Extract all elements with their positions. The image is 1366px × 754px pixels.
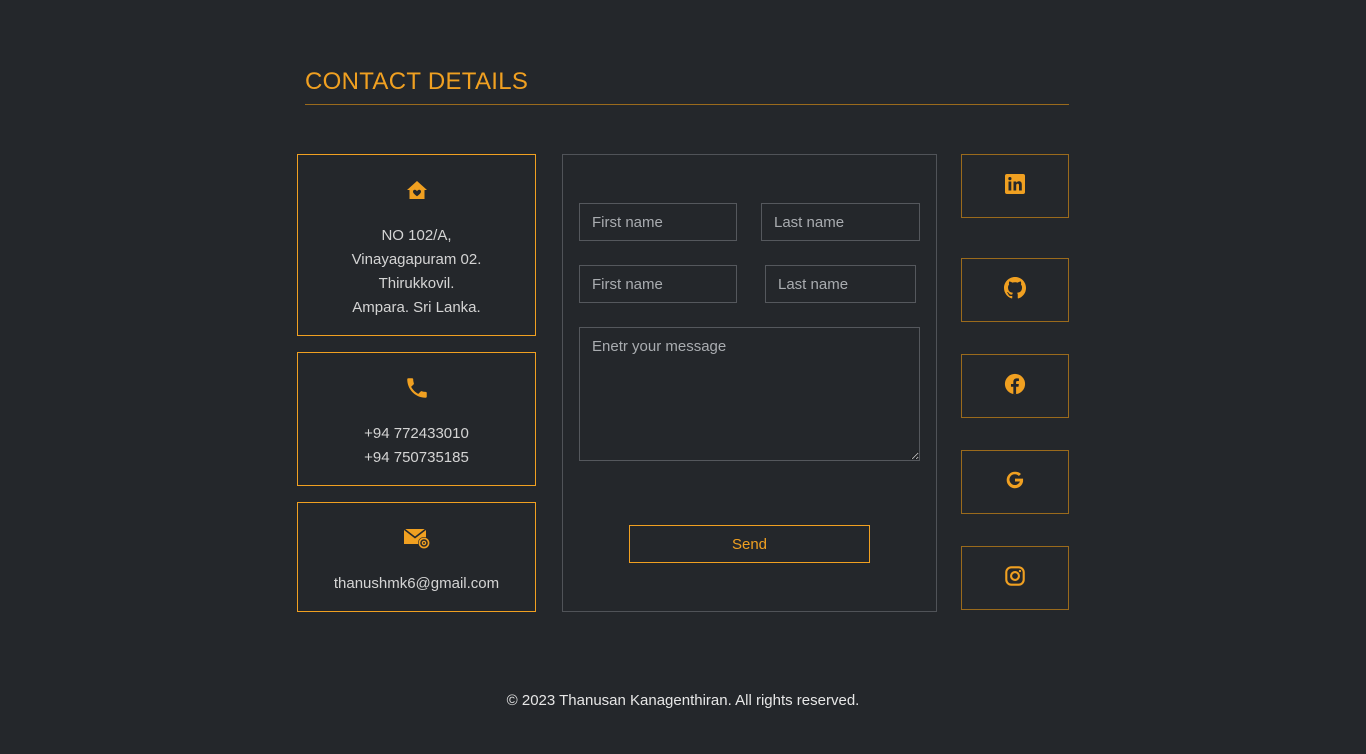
- instagram-icon: [1004, 565, 1026, 592]
- instagram-button[interactable]: [961, 546, 1069, 610]
- github-icon: [1004, 276, 1026, 304]
- first-name-input[interactable]: [579, 203, 737, 241]
- facebook-button[interactable]: [961, 354, 1069, 418]
- last-name-input-2[interactable]: [765, 265, 916, 303]
- first-name-input-2[interactable]: [579, 265, 737, 303]
- email-at-icon: [403, 527, 431, 553]
- address-line-3: Thirukkovil.: [378, 275, 455, 292]
- phone-number-1: +94 772433010: [364, 425, 469, 442]
- address-line-1: NO 102/A,: [381, 227, 452, 244]
- github-button[interactable]: [961, 258, 1069, 322]
- linkedin-icon: [1005, 173, 1025, 199]
- address-card: NO 102/A, Vinayagapuram 02. Thirukkovil.…: [297, 154, 536, 336]
- email-address: thanushmk6@gmail.com: [333, 575, 500, 592]
- facebook-icon: [1004, 373, 1026, 400]
- email-card: thanushmk6@gmail.com: [297, 502, 536, 612]
- message-textarea[interactable]: [579, 327, 920, 461]
- phone-number-2: +94 750735185: [364, 449, 469, 466]
- address-line-2: Vinayagapuram 02.: [351, 251, 482, 268]
- phone-icon: [404, 375, 430, 405]
- contact-page: CONTACT DETAILS NO 102/A, Vinayagapuram …: [0, 0, 1366, 754]
- google-icon: [1004, 469, 1026, 496]
- title-divider: [305, 104, 1069, 105]
- last-name-input[interactable]: [761, 203, 920, 241]
- address-line-4: Ampara. Sri Lanka.: [352, 299, 481, 316]
- send-button[interactable]: Send: [629, 525, 870, 563]
- footer-copyright: © 2023 Thanusan Kanagenthiran. All right…: [506, 692, 860, 709]
- home-heart-icon: [405, 179, 429, 205]
- linkedin-button[interactable]: [961, 154, 1069, 218]
- page-title: CONTACT DETAILS: [305, 68, 529, 95]
- phone-card: +94 772433010 +94 750735185: [297, 352, 536, 486]
- google-button[interactable]: [961, 450, 1069, 514]
